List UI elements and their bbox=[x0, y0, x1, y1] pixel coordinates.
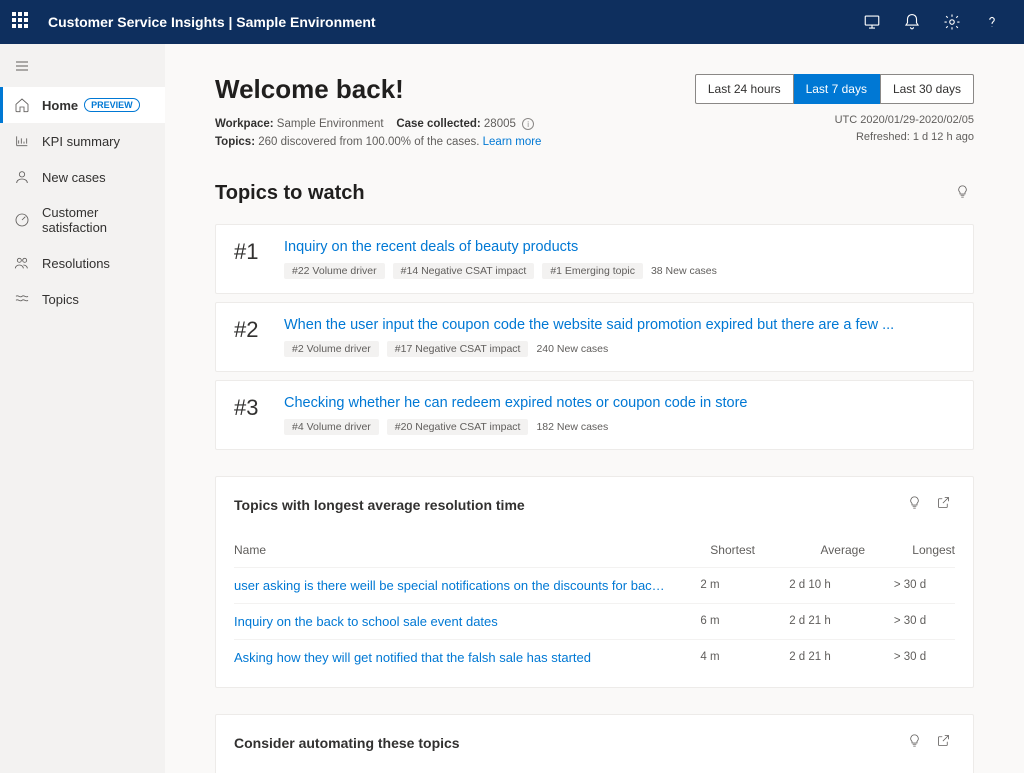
sidebar-item-newcases[interactable]: New cases bbox=[0, 159, 165, 195]
time-btn-7d[interactable]: Last 7 days bbox=[794, 74, 880, 104]
topic-chip: #20 Negative CSAT impact bbox=[387, 419, 529, 435]
row-longest: > 30 d bbox=[865, 651, 955, 663]
sidebar-item-label: Topics bbox=[42, 292, 79, 307]
col-average: Average bbox=[755, 543, 865, 557]
app-title: Customer Service Insights | Sample Envir… bbox=[48, 14, 376, 30]
topic-link[interactable]: When the user input the coupon code the … bbox=[284, 317, 955, 333]
topic-chip: #2 Volume driver bbox=[284, 341, 379, 357]
waves-icon bbox=[14, 291, 30, 307]
card-title: Consider automating these topics bbox=[234, 735, 460, 751]
row-shortest: 4 m bbox=[665, 651, 755, 663]
topic-link[interactable]: Inquiry on the recent deals of beauty pr… bbox=[284, 239, 955, 255]
date-range: UTC 2020/01/29-2020/02/05 bbox=[695, 112, 974, 129]
col-name: Name bbox=[234, 543, 665, 557]
section-title-topics: Topics to watch bbox=[215, 182, 365, 205]
newcases-text: 182 New cases bbox=[536, 421, 608, 433]
sidebar: Home PREVIEW KPI summary New cases Custo… bbox=[0, 44, 165, 773]
automate-card: Consider automating these topics User wa… bbox=[215, 714, 974, 773]
popout-icon[interactable] bbox=[932, 729, 955, 757]
lightbulb-icon[interactable] bbox=[903, 729, 926, 757]
person-icon bbox=[14, 169, 30, 185]
row-shortest: 2 m bbox=[665, 579, 755, 591]
monitor-icon[interactable] bbox=[852, 0, 892, 44]
waffle-icon[interactable] bbox=[12, 12, 32, 32]
time-filter: Last 24 hours Last 7 days Last 30 days bbox=[695, 74, 974, 104]
sidebar-item-label: Home bbox=[42, 98, 78, 113]
row-name-link[interactable]: Inquiry on the back to school sale event… bbox=[234, 614, 665, 629]
sidebar-item-home[interactable]: Home PREVIEW bbox=[0, 87, 165, 123]
time-btn-30d[interactable]: Last 30 days bbox=[880, 74, 974, 104]
topic-rank: #2 bbox=[234, 317, 284, 343]
topic-chip: #14 Negative CSAT impact bbox=[393, 263, 535, 279]
topic-chip: #1 Emerging topic bbox=[542, 263, 643, 279]
newcases-text: 240 New cases bbox=[536, 343, 608, 355]
people-icon bbox=[14, 255, 30, 271]
row-longest: > 30 d bbox=[865, 615, 955, 627]
sidebar-item-topics[interactable]: Topics bbox=[0, 281, 165, 317]
refreshed-text: Refreshed: 1 d 12 h ago bbox=[695, 129, 974, 146]
topic-card: #2 When the user input the coupon code t… bbox=[215, 302, 974, 372]
topics-line: Topics: 260 discovered from 100.00% of t… bbox=[215, 133, 541, 151]
row-average: 2 d 10 h bbox=[755, 579, 865, 591]
preview-badge: PREVIEW bbox=[84, 98, 140, 112]
sidebar-item-label: Resolutions bbox=[42, 256, 110, 271]
col-shortest: Shortest bbox=[665, 543, 755, 557]
sidebar-item-label: New cases bbox=[42, 170, 106, 185]
hamburger-icon[interactable] bbox=[0, 50, 165, 87]
sidebar-item-label: Customer satisfaction bbox=[42, 205, 151, 235]
row-name-link[interactable]: Asking how they will get notified that t… bbox=[234, 650, 665, 665]
popout-icon[interactable] bbox=[932, 491, 955, 519]
bell-icon[interactable] bbox=[892, 0, 932, 44]
topic-rank: #1 bbox=[234, 239, 284, 265]
row-longest: > 30 d bbox=[865, 579, 955, 591]
workspace-line: Workpace: Sample Environment Case collec… bbox=[215, 115, 541, 133]
page-title: Welcome back! bbox=[215, 74, 541, 105]
sidebar-item-resolutions[interactable]: Resolutions bbox=[0, 245, 165, 281]
learn-more-link[interactable]: Learn more bbox=[483, 136, 542, 148]
topic-link[interactable]: Checking whether he can redeem expired n… bbox=[284, 395, 955, 411]
chart-icon bbox=[14, 133, 30, 149]
gear-icon[interactable] bbox=[932, 0, 972, 44]
row-average: 2 d 21 h bbox=[755, 651, 865, 663]
row-shortest: 6 m bbox=[665, 615, 755, 627]
topic-chip: #4 Volume driver bbox=[284, 419, 379, 435]
lightbulb-icon[interactable] bbox=[903, 491, 926, 519]
topic-card: #1 Inquiry on the recent deals of beauty… bbox=[215, 224, 974, 294]
row-average: 2 d 21 h bbox=[755, 615, 865, 627]
sidebar-item-csat[interactable]: Customer satisfaction bbox=[0, 195, 165, 245]
gauge-icon bbox=[14, 212, 30, 228]
table-row: Inquiry on the back to school sale event… bbox=[234, 603, 955, 639]
resolution-table: Name Shortest Average Longest user askin… bbox=[216, 533, 973, 687]
lightbulb-icon[interactable] bbox=[951, 180, 974, 208]
topic-chip: #22 Volume driver bbox=[284, 263, 385, 279]
topic-card: #3 Checking whether he can redeem expire… bbox=[215, 380, 974, 450]
sidebar-item-label: KPI summary bbox=[42, 134, 120, 149]
topic-rank: #3 bbox=[234, 395, 284, 421]
resolution-time-card: Topics with longest average resolution t… bbox=[215, 476, 974, 688]
app-header: Customer Service Insights | Sample Envir… bbox=[0, 0, 1024, 44]
table-row: user asking is there weill be special no… bbox=[234, 567, 955, 603]
help-icon[interactable] bbox=[972, 0, 1012, 44]
newcases-text: 38 New cases bbox=[651, 265, 717, 277]
sidebar-item-kpi[interactable]: KPI summary bbox=[0, 123, 165, 159]
time-btn-24h[interactable]: Last 24 hours bbox=[695, 74, 794, 104]
home-icon bbox=[14, 97, 30, 113]
card-title: Topics with longest average resolution t… bbox=[234, 497, 525, 513]
info-icon[interactable]: i bbox=[522, 118, 534, 130]
col-longest: Longest bbox=[865, 543, 955, 557]
row-name-link[interactable]: user asking is there weill be special no… bbox=[234, 578, 665, 593]
topic-chip: #17 Negative CSAT impact bbox=[387, 341, 529, 357]
main-content: Welcome back! Workpace: Sample Environme… bbox=[165, 44, 1024, 773]
table-row: Asking how they will get notified that t… bbox=[234, 639, 955, 675]
